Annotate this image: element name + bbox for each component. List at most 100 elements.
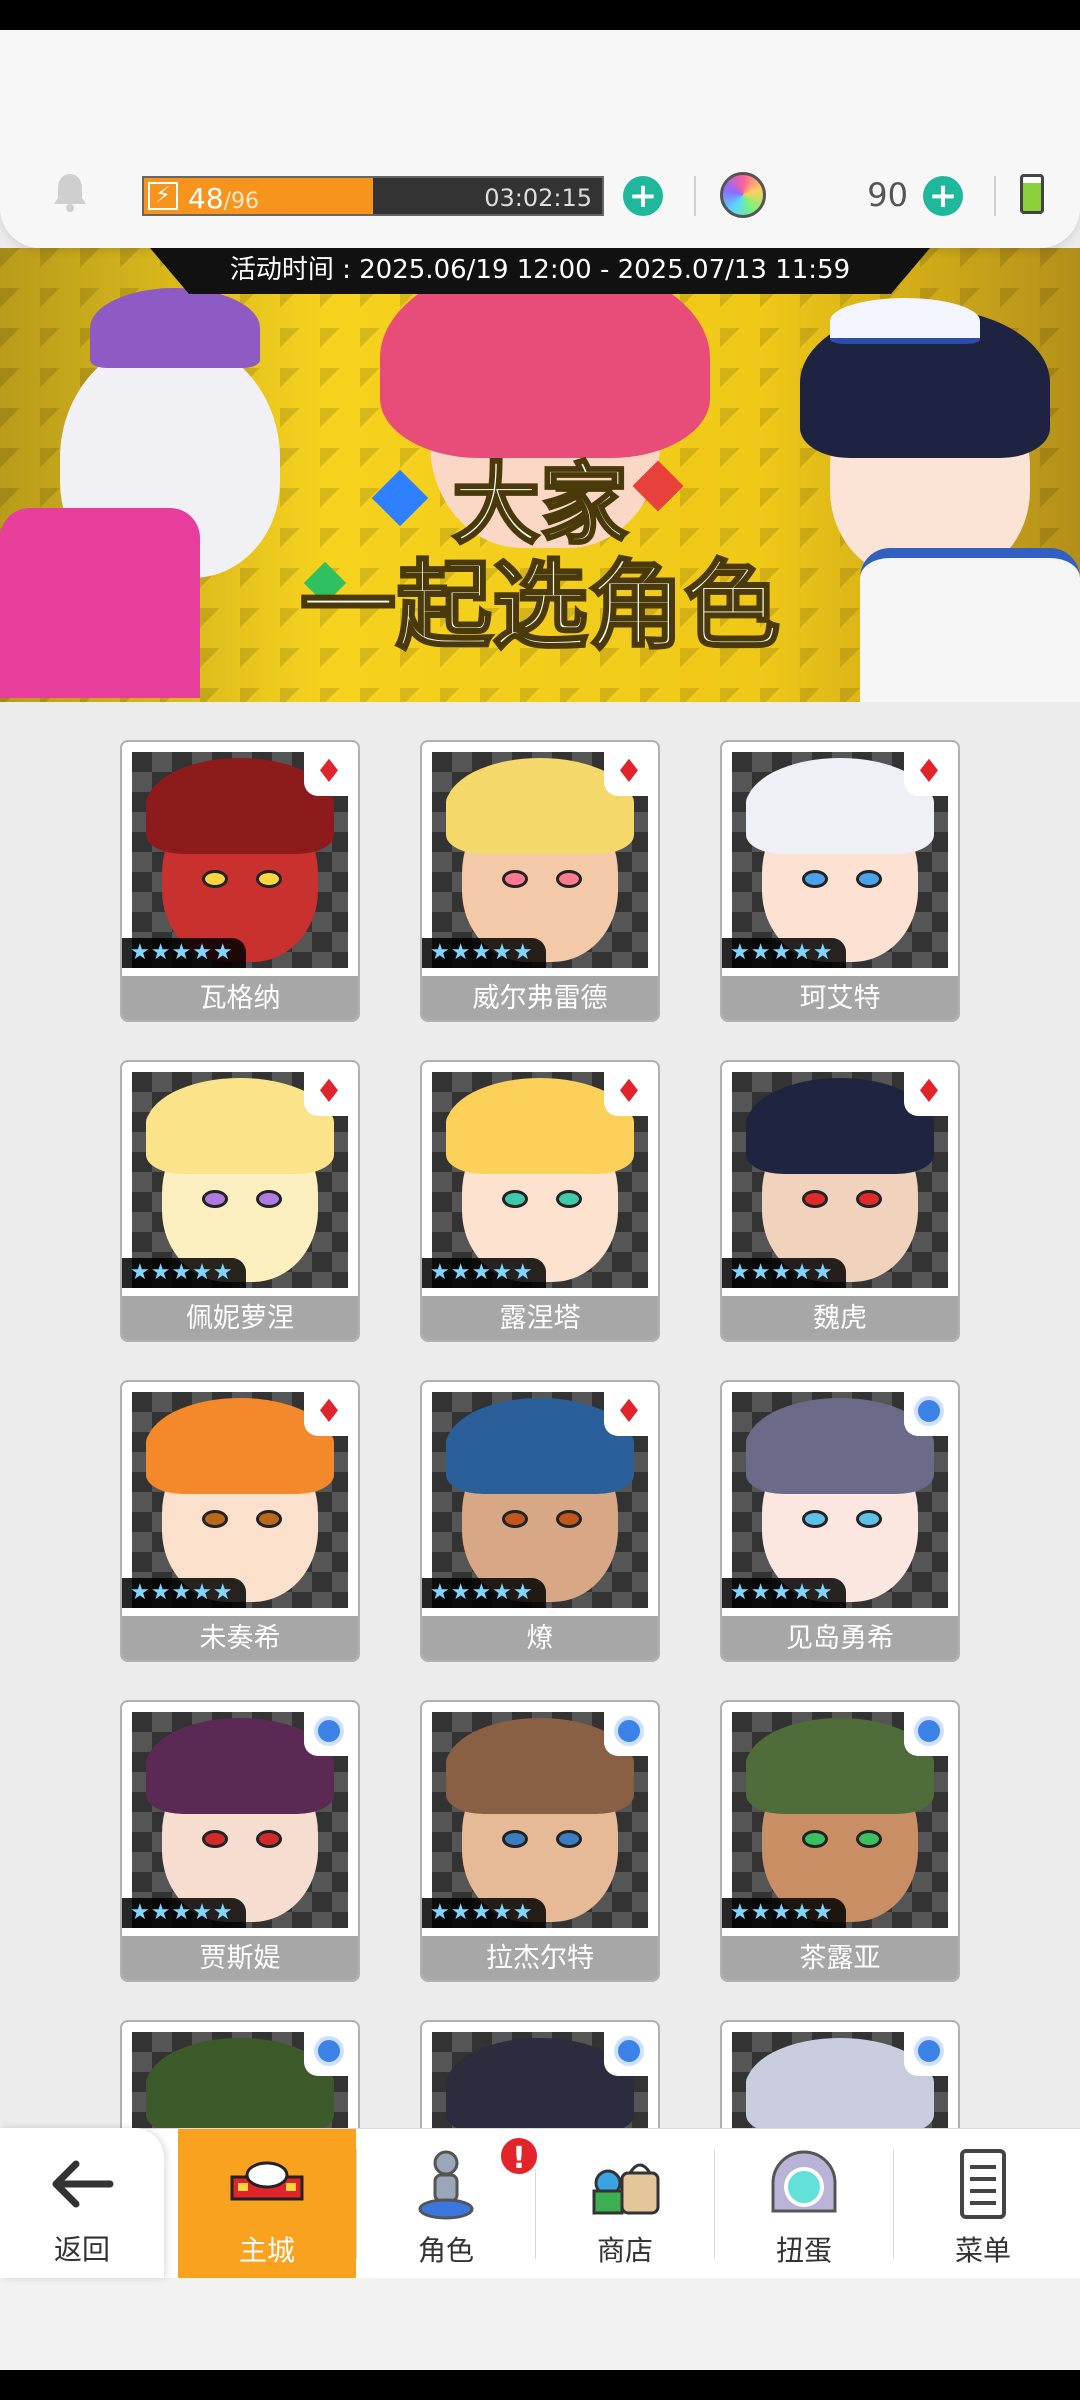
star-rating: ★★★★★	[122, 938, 246, 968]
red-diamond-badge-icon: ♦	[304, 1386, 354, 1436]
portrait-eye	[502, 1190, 528, 1208]
banner-character-outfit	[860, 548, 1080, 702]
character-name: 魏虎	[722, 1296, 958, 1340]
lightning-icon: ⚡	[148, 182, 178, 210]
portrait-eye	[802, 1190, 828, 1208]
red-diamond-badge-icon: ♦	[304, 1066, 354, 1116]
portrait-eye	[556, 1830, 582, 1848]
portrait-eye	[556, 1190, 582, 1208]
stamina-timer: 03:02:15	[484, 184, 592, 212]
star-rating: ★★★★★	[422, 1578, 546, 1608]
portrait-eye	[556, 1510, 582, 1528]
character-card[interactable]: ★★★★★ 见岛勇希	[720, 1380, 960, 1662]
nav-bottom-padding	[0, 2278, 1080, 2370]
character-name: 佩妮萝涅	[122, 1296, 358, 1340]
back-arrow-icon	[50, 2160, 114, 2208]
portrait-eye	[256, 1190, 282, 1208]
character-card[interactable]: ★★★★★ 拉杰尔特	[420, 1700, 660, 1982]
nav-characters-label: 角色	[417, 2234, 474, 2267]
red-diamond-badge-icon: ♦	[904, 746, 954, 796]
red-diamond-badge-icon: ♦	[604, 1386, 654, 1436]
system-status-bar	[0, 0, 1080, 30]
character-card[interactable]: ♦ ★★★★★ 魏虎	[720, 1060, 960, 1342]
star-rating: ★★★★★	[122, 1898, 246, 1928]
portrait-eye	[802, 1830, 828, 1848]
character-name: 燎	[422, 1616, 658, 1660]
portrait-eye	[202, 1830, 228, 1848]
red-diamond-badge-icon: ♦	[604, 1066, 654, 1116]
add-stamina-button[interactable]: +	[623, 176, 663, 216]
notification-bell-icon[interactable]	[52, 172, 88, 212]
character-name: 露涅塔	[422, 1296, 658, 1340]
star-rating: ★★★★★	[422, 1898, 546, 1928]
blue-orb-badge-icon	[604, 2026, 654, 2076]
battery-icon	[1020, 174, 1044, 214]
portrait-eye	[802, 1510, 828, 1528]
banner-character-cap	[830, 298, 980, 344]
character-card[interactable]: ♦ ★★★★★ 瓦格纳	[120, 740, 360, 1022]
character-name: 未奏希	[122, 1616, 358, 1660]
character-name: 见岛勇希	[722, 1616, 958, 1660]
system-gesture-bar	[0, 2370, 1080, 2400]
portrait-eye	[502, 1830, 528, 1848]
portrait-eye	[502, 870, 528, 888]
star-rating: ★★★★★	[722, 1898, 846, 1928]
nav-shop-label: 商店	[596, 2234, 653, 2267]
portrait-eye	[856, 1190, 882, 1208]
nav-home-label: 主城	[238, 2234, 295, 2267]
character-card[interactable]: ★★★★★ 茶露亚	[720, 1700, 960, 1982]
nav-home[interactable]: 主城	[178, 2129, 356, 2279]
character-card[interactable]: ♦ ★★★★★ 佩妮萝涅	[120, 1060, 360, 1342]
character-card[interactable]: ♦ ★★★★★ 威尔弗雷德	[420, 740, 660, 1022]
portrait-eye	[556, 870, 582, 888]
blue-orb-badge-icon	[304, 1706, 354, 1756]
star-rating: ★★★★★	[722, 1578, 846, 1608]
banner-character-outfit	[0, 508, 200, 698]
blue-orb-badge-icon	[904, 1386, 954, 1436]
notification-alert-badge: !	[498, 2135, 540, 2177]
red-diamond-badge-icon: ♦	[304, 746, 354, 796]
character-card[interactable]: ★★★★★ 贾斯媞	[120, 1700, 360, 1982]
event-time-label: 活动时间 : 2025.06/19 12:00 - 2025.07/13 11:…	[150, 248, 930, 294]
portrait-eye	[802, 870, 828, 888]
star-rating: ★★★★★	[722, 1258, 846, 1288]
star-rating: ★★★★★	[122, 1578, 246, 1608]
nav-gacha-label: 扭蛋	[775, 2234, 832, 2267]
back-button[interactable]: 返回	[0, 2128, 164, 2278]
nav-shop[interactable]: 商店	[536, 2129, 714, 2279]
character-card[interactable]: ♦ ★★★★★ 燎	[420, 1380, 660, 1662]
character-name: 威尔弗雷德	[422, 976, 658, 1020]
star-rating: ★★★★★	[422, 938, 546, 968]
portrait-eye	[856, 1510, 882, 1528]
character-name: 拉杰尔特	[422, 1936, 658, 1980]
gacha-portal-icon	[765, 2147, 843, 2221]
portrait-eye	[202, 1510, 228, 1528]
character-statue-icon	[407, 2147, 485, 2221]
character-name: 贾斯媞	[122, 1936, 358, 1980]
star-rating: ★★★★★	[422, 1258, 546, 1288]
stamina-value: 48/96	[188, 182, 260, 215]
portrait-eye	[856, 1830, 882, 1848]
blue-orb-badge-icon	[304, 2026, 354, 2076]
banner-title-line2: 一起选角色	[299, 550, 782, 662]
stamina-bar: ⚡ 48/96 03:02:15	[142, 176, 604, 216]
portrait-eye	[202, 870, 228, 888]
red-diamond-badge-icon: ♦	[604, 746, 654, 796]
character-card[interactable]: ♦ ★★★★★ 珂艾特	[720, 740, 960, 1022]
character-card[interactable]: ♦ ★★★★★ 未奏希	[120, 1380, 360, 1662]
blue-orb-badge-icon	[904, 2026, 954, 2076]
gem-count: 90	[867, 176, 908, 214]
nav-menu[interactable]: 菜单	[894, 2129, 1072, 2279]
portrait-eye	[256, 1830, 282, 1848]
divider	[694, 176, 696, 216]
nav-menu-label: 菜单	[954, 2234, 1011, 2267]
portrait-eye	[256, 870, 282, 888]
character-card[interactable]: ♦ ★★★★★ 露涅塔	[420, 1060, 660, 1342]
star-rating: ★★★★★	[122, 1258, 246, 1288]
gem-icon	[720, 172, 766, 218]
portrait-eye	[856, 870, 882, 888]
add-gems-button[interactable]: +	[923, 176, 963, 216]
nav-gacha[interactable]: 扭蛋	[715, 2129, 893, 2279]
character-name: 茶露亚	[722, 1936, 958, 1980]
portrait-eye	[256, 1510, 282, 1528]
